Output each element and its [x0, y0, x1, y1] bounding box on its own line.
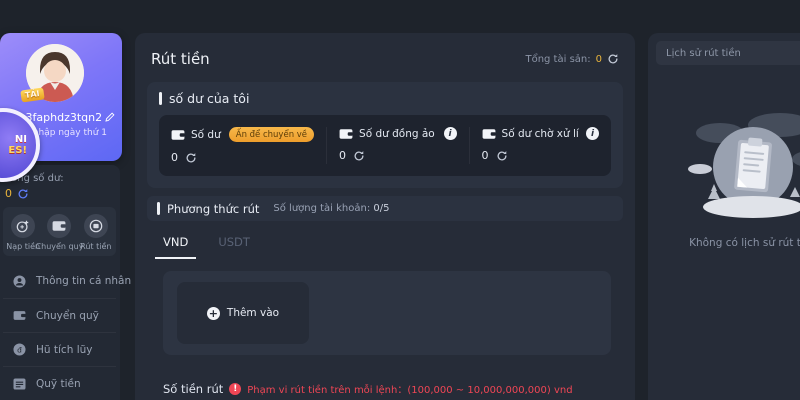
empty-history-text: Không có lịch sử rút tiền — [689, 237, 800, 249]
wallet-icon — [171, 129, 185, 141]
transfer-label: Chuyển quỹ — [36, 242, 84, 251]
info-icon[interactable]: i — [586, 127, 599, 140]
tab-usdt[interactable]: USDT — [210, 233, 258, 259]
balance-col-virtual: Số dư đồng ảo i 0 — [326, 127, 468, 164]
sidebar-item-funds[interactable]: Quỹ tiền — [3, 366, 116, 400]
amount-label: Số tiền rút — [163, 382, 223, 396]
warning-icon: ! — [229, 383, 241, 395]
withdraw-icon — [84, 214, 108, 238]
sidebar-item-personal-info[interactable]: Thông tin cá nhân — [3, 264, 116, 298]
total-assets-label: Tổng tài sản: — [525, 54, 590, 65]
withdraw-panel: Rút tiền Tổng tài sản: 0 số dư của tôi S… — [135, 33, 635, 400]
tab-vnd[interactable]: VND — [155, 233, 196, 259]
refresh-assets-icon[interactable] — [607, 53, 619, 65]
withdraw-amount-row: Số tiền rút ! Phạm vi rút tiền trên mỗi … — [163, 381, 635, 396]
balance-col-pending: Số dư chờ xử lí i 0 — [469, 127, 611, 164]
info-icon[interactable]: i — [444, 127, 457, 140]
deposit-coin-icon — [11, 214, 35, 238]
promo-wheel-text2: ES! — [8, 145, 27, 156]
page-title: Rút tiền — [151, 50, 210, 68]
transfer-back-button[interactable]: Ấn để chuyển về — [229, 127, 314, 142]
sidebar-item-label: Quỹ tiền — [36, 378, 81, 390]
refresh-icon[interactable] — [185, 152, 197, 164]
sidebar-item-label: Thông tin cá nhân — [36, 275, 131, 287]
sidebar-menu: Thông tin cá nhân Chuyển quỹ đ Hũ tích l… — [3, 264, 116, 400]
withdraw-accounts-area: + Thêm vào — [163, 271, 611, 355]
withdraw-history-panel: Lịch sử rút tiền Không có lịch sử rút ti… — [648, 33, 800, 400]
add-account-label: Thêm vào — [227, 307, 279, 319]
virtual-balance-value: 0 — [339, 149, 346, 162]
wallet-icon — [13, 310, 26, 321]
empty-state-illustration — [678, 107, 800, 229]
svg-text:đ: đ — [17, 345, 22, 354]
withdraw-method-header: Phương thức rút Số lượng tài khoản: 0/5 — [147, 196, 623, 221]
currency-tabs: VND USDT — [135, 221, 635, 259]
funds-icon — [13, 378, 26, 390]
sidebar-item-transfer[interactable]: Chuyển quỹ — [3, 298, 116, 332]
refresh-icon[interactable] — [353, 150, 365, 162]
sidebar-item-label: Hũ tích lũy — [36, 344, 92, 356]
sidebar-item-jackpot[interactable]: đ Hũ tích lũy — [3, 332, 116, 366]
account-count-value: 0/5 — [373, 203, 389, 214]
pending-balance-value: 0 — [482, 149, 489, 162]
transfer-button[interactable]: Chuyển quỹ — [41, 214, 77, 251]
add-account-button[interactable]: + Thêm vào — [177, 282, 309, 344]
withdraw-label: Rút tiền — [80, 242, 111, 251]
history-title: Lịch sử rút tiền — [656, 41, 800, 65]
account-count-label: Số lượng tài khoản: — [273, 203, 370, 214]
user-icon — [13, 275, 26, 288]
wallet-icon — [482, 128, 496, 140]
balance-section-title: số dư của tôi — [159, 91, 611, 106]
balance-label: Số dư — [191, 129, 221, 141]
plus-icon: + — [207, 307, 220, 320]
refresh-balance-icon[interactable] — [17, 188, 29, 200]
withdraw-method-title: Phương thức rút — [157, 202, 259, 216]
quick-actions: Nạp tiền Chuyển quỹ Rút tiền — [3, 207, 116, 256]
sidebar: Tổng số dư: 0 Nạp tiền Chuyển quỹ Rút ti… — [0, 165, 120, 400]
amount-range-warning: Phạm vi rút tiền trên mỗi lệnh：(100,000 … — [247, 381, 572, 396]
refresh-icon[interactable] — [496, 150, 508, 162]
pending-balance-label: Số dư chờ xử lí — [502, 128, 579, 140]
sidebar-item-label: Chuyển quỹ — [36, 310, 99, 322]
total-assets-value: 0 — [596, 54, 602, 65]
jackpot-icon: đ — [13, 343, 26, 356]
my-balance-section: số dư của tôi Số dư Ấn để chuyển về 0 — [147, 82, 623, 188]
promo-wheel-text1: NI — [15, 134, 27, 145]
virtual-balance-label: Số dư đồng ảo — [359, 128, 435, 140]
withdraw-button[interactable]: Rút tiền — [78, 214, 114, 251]
edit-username-icon[interactable] — [105, 112, 115, 125]
balance-value: 0 — [171, 151, 178, 164]
wallet-icon — [47, 214, 71, 238]
balance-summary: Số dư Ấn để chuyển về 0 Số dư đồng ảo i — [159, 115, 611, 176]
balance-col-main: Số dư Ấn để chuyển về 0 — [159, 127, 326, 164]
wallet-icon — [339, 128, 353, 140]
total-balance-value: 0 — [5, 187, 12, 200]
